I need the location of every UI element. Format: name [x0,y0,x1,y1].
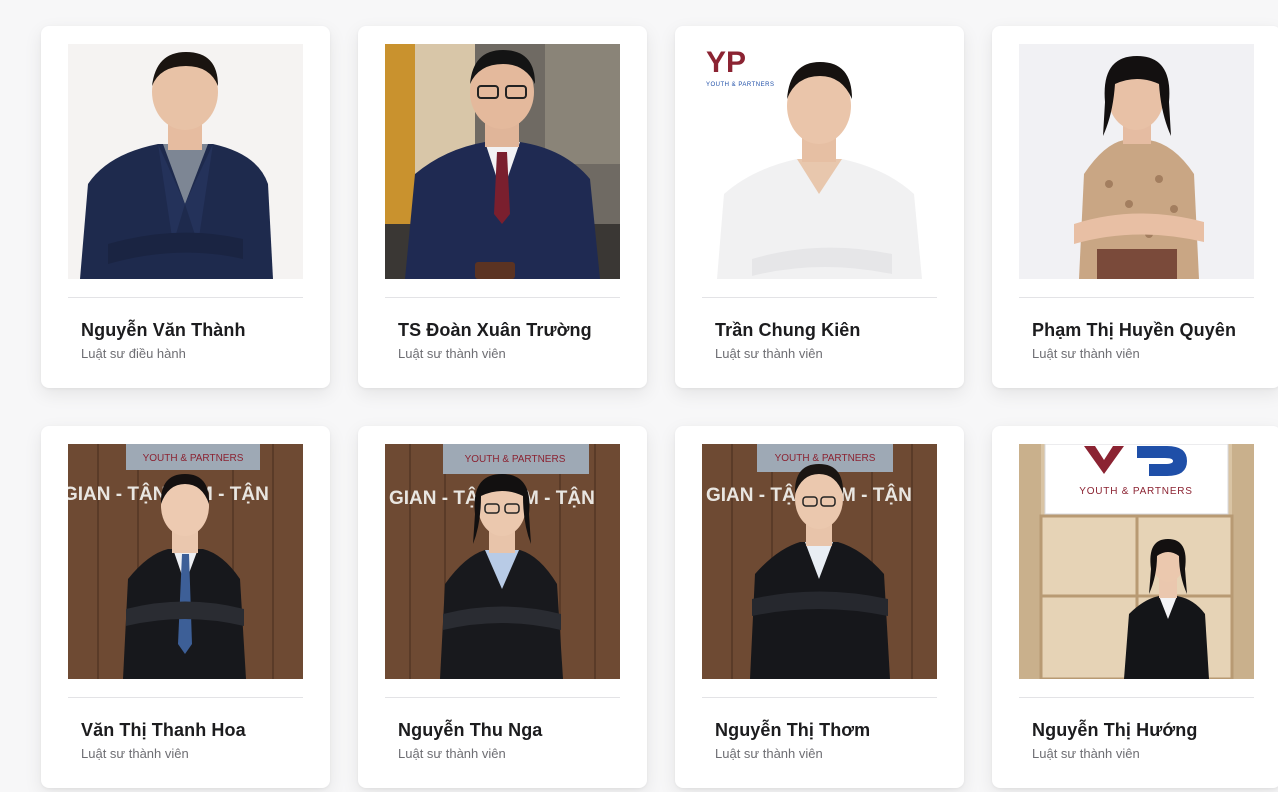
member-role: Luật sư thành viên [1032,346,1140,361]
member-card[interactable]: TS Đoàn Xuân Trường Luật sư thành viên [358,26,647,388]
member-photo [68,44,303,279]
member-name[interactable]: Văn Thị Thanh Hoa [81,720,246,741]
member-card[interactable]: YOUTH & PARTNERS Nguyễn Thị Hướng Luật s… [992,426,1278,788]
svg-text:YOUTH & PARTNERS: YOUTH & PARTNERS [1079,486,1193,497]
member-card[interactable]: Nguyễn Văn Thành Luật sư điều hành [41,26,330,388]
member-card[interactable]: Phạm Thị Huyền Quyên Luật sư thành viên [992,26,1278,388]
svg-text:YP: YP [706,46,746,79]
member-photo [1019,44,1254,279]
member-role: Luật sư thành viên [398,746,506,761]
svg-text:YOUTH & PARTNERS: YOUTH & PARTNERS [775,453,876,464]
member-name[interactable]: Nguyễn Thu Nga [398,720,542,741]
member-card[interactable]: YOUTH & PARTNERS GIAN - TẬN TÂM - TẬN Vă… [41,426,330,788]
card-divider [385,297,620,298]
member-name[interactable]: TS Đoàn Xuân Trường [398,320,592,341]
svg-text:YOUTH & PARTNERS: YOUTH & PARTNERS [465,454,566,465]
member-card[interactable]: YOUTH & PARTNERS GIAN - TẬN TÂM - TẬN Ng… [675,426,964,788]
svg-text:YOUTH & PARTNERS: YOUTH & PARTNERS [143,453,244,464]
team-grid: Nguyễn Văn Thành Luật sư điều hành TS Đo… [41,26,1278,788]
member-name[interactable]: Nguyễn Thị Hướng [1032,720,1197,741]
member-role: Luật sư thành viên [715,746,823,761]
member-photo: YOUTH & PARTNERS [1019,444,1254,679]
member-role: Luật sư thành viên [715,346,823,361]
card-divider [68,297,303,298]
member-role: Luật sư thành viên [81,746,189,761]
member-name[interactable]: Phạm Thị Huyền Quyên [1032,320,1236,341]
card-divider [702,297,937,298]
member-role: Luật sư thành viên [398,346,506,361]
member-photo [385,44,620,279]
card-divider [1019,697,1254,698]
company-logo [1044,444,1229,515]
member-photo: YP YOUTH & PARTNERS [702,44,937,279]
member-name[interactable]: Nguyễn Thị Thơm [715,720,870,741]
member-role: Luật sư điều hành [81,346,186,361]
card-divider [68,697,303,698]
member-card[interactable]: YOUTH & PARTNERS GIAN - TẬN TÂM - TẬN Ng… [358,426,647,788]
member-photo: YOUTH & PARTNERS GIAN - TẬN TÂM - TẬN [702,444,937,679]
member-name[interactable]: Trần Chung Kiên [715,320,861,341]
card-divider [1019,297,1254,298]
svg-text:YOUTH & PARTNERS: YOUTH & PARTNERS [706,82,774,88]
card-divider [385,697,620,698]
member-card[interactable]: YP YOUTH & PARTNERS Trần Chung Kiên Luật… [675,26,964,388]
member-role: Luật sư thành viên [1032,746,1140,761]
card-divider [702,697,937,698]
member-name[interactable]: Nguyễn Văn Thành [81,320,246,341]
member-photo: YOUTH & PARTNERS GIAN - TẬN TÂM - TẬN [385,444,620,679]
member-photo: YOUTH & PARTNERS GIAN - TẬN TÂM - TẬN [68,444,303,679]
